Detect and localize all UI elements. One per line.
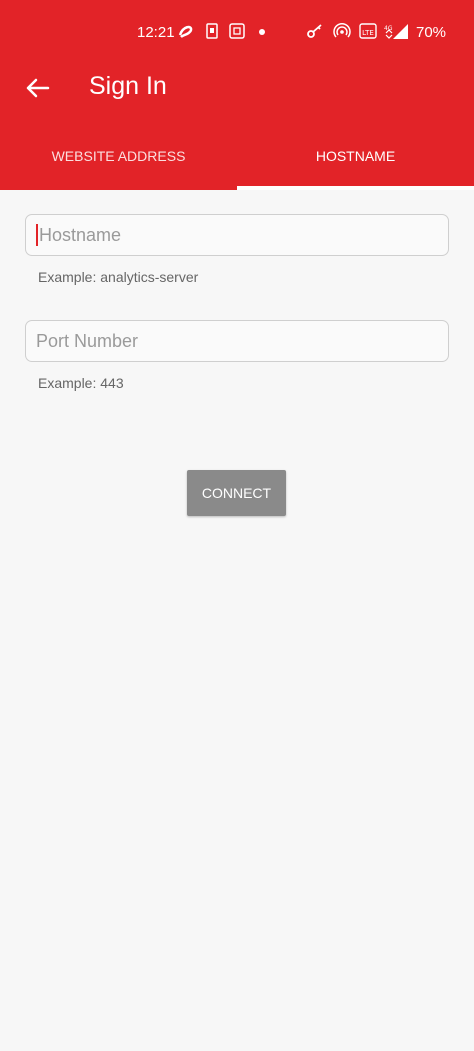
app-bar: 12:21 LTE 4G 70% Sign In WEBSITE ADDRESS… xyxy=(0,0,474,190)
battery-percentage: 70% xyxy=(416,24,447,41)
page-title: Sign In xyxy=(89,72,167,100)
status-bar: 12:21 LTE 4G 70% xyxy=(0,0,474,64)
svg-text:LTE: LTE xyxy=(362,29,374,37)
hostname-placeholder: Hostname xyxy=(39,224,122,245)
notification-dot xyxy=(259,29,265,35)
airtel-icon xyxy=(177,22,195,40)
4g-signal-icon: 4G xyxy=(383,22,409,40)
port-placeholder: Port Number xyxy=(36,330,139,351)
hostname-hint: Example: analytics-server xyxy=(38,269,199,285)
sim-icon xyxy=(203,22,221,40)
screenshot-icon xyxy=(228,22,246,40)
toolbar: Sign In xyxy=(0,64,474,112)
status-time: 12:21 xyxy=(137,24,175,41)
volte-icon: LTE xyxy=(359,22,377,40)
tab-website-address[interactable]: WEBSITE ADDRESS xyxy=(0,128,237,190)
text-cursor xyxy=(36,224,38,246)
arrow-back-icon[interactable] xyxy=(22,72,54,104)
connect-button[interactable]: CONNECT xyxy=(187,470,286,516)
port-number-input[interactable]: Port Number xyxy=(25,320,449,362)
hostname-input[interactable]: Hostname xyxy=(25,214,449,256)
port-hint: Example: 443 xyxy=(38,375,124,391)
key-icon xyxy=(306,22,324,40)
hotspot-icon xyxy=(333,22,351,40)
tab-bar: WEBSITE ADDRESS HOSTNAME xyxy=(0,128,474,190)
tab-hostname[interactable]: HOSTNAME xyxy=(237,128,474,190)
